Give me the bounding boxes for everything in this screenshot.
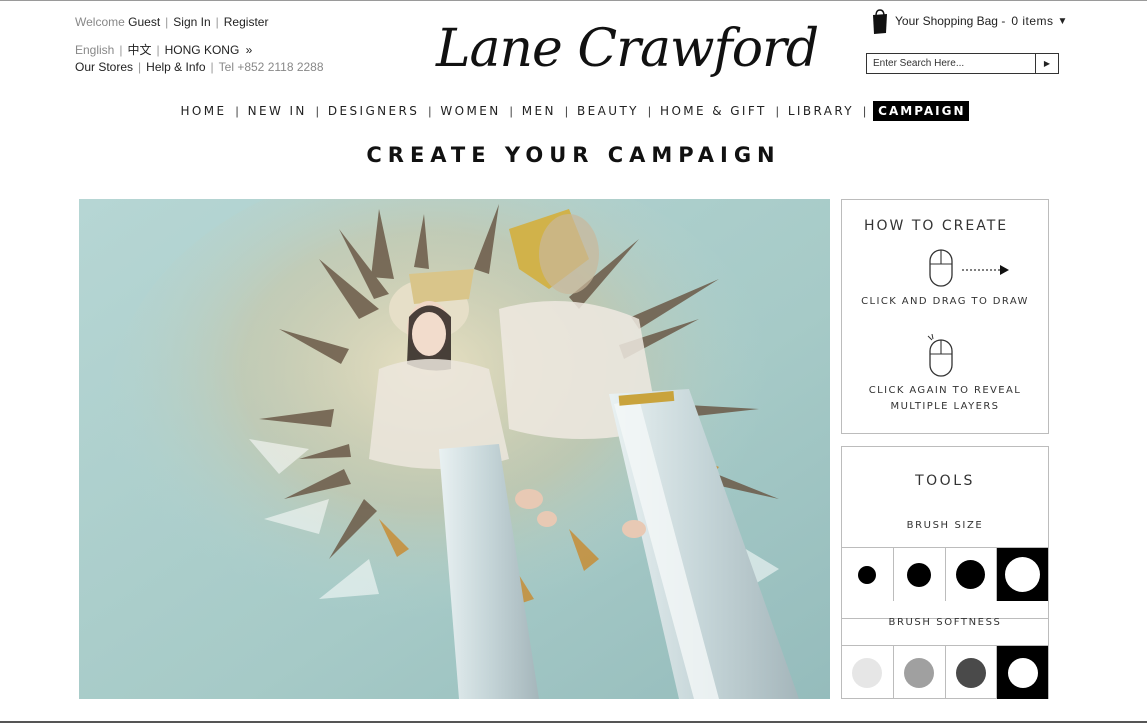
nav-item-home-gift[interactable]: HOME & GIFT <box>658 102 769 120</box>
page-top-border <box>0 0 1147 1</box>
region-arrow-icon: » <box>245 43 253 57</box>
nav-separator: | <box>315 104 319 118</box>
chinese-link[interactable]: 中文 <box>127 43 151 57</box>
account-links: Welcome Guest | Sign In | Register <box>75 15 268 29</box>
softness-dot-icon <box>955 657 986 688</box>
brush-dot-icon <box>1005 557 1041 592</box>
main-navigation: HOME | NEW IN | DESIGNERS | WOMEN | MEN … <box>0 101 1147 121</box>
brush-softness-dark[interactable] <box>944 646 997 699</box>
tools-title: TOOLS <box>915 473 975 489</box>
nav-separator: | <box>863 104 867 118</box>
register-link[interactable]: Register <box>224 15 269 29</box>
separator: | <box>215 15 219 29</box>
separator: | <box>165 15 169 29</box>
nav-item-women[interactable]: WOMEN <box>438 102 502 120</box>
our-stores-link[interactable]: Our Stores <box>75 60 133 74</box>
separator: | <box>210 60 214 74</box>
brush-softness-medium[interactable] <box>892 646 945 699</box>
campaign-artwork-image <box>79 199 830 699</box>
brush-size-small[interactable] <box>842 548 893 601</box>
brush-dot-icon <box>907 562 932 587</box>
nav-item-beauty[interactable]: BEAUTY <box>575 102 641 120</box>
campaign-drawing-canvas[interactable] <box>79 199 830 699</box>
brush-size-options <box>842 547 1048 601</box>
nav-item-new-in[interactable]: NEW IN <box>246 102 309 120</box>
step-click-drag: CLICK AND DRAG TO DRAW <box>861 296 1029 307</box>
nav-item-campaign[interactable]: CAMPAIGN <box>873 101 969 121</box>
guest-link[interactable]: Guest <box>128 15 160 29</box>
separator: | <box>138 60 142 74</box>
nav-item-men[interactable]: MEN <box>520 102 558 120</box>
region-link[interactable]: HONG KONG <box>165 43 240 57</box>
help-info-link[interactable]: Help & Info <box>146 60 205 74</box>
language-links: English | 中文 | HONG KONG » <box>75 43 252 57</box>
brush-dot-icon <box>858 565 877 584</box>
nav-item-designers[interactable]: DESIGNERS <box>326 102 421 120</box>
nav-separator: | <box>509 104 513 118</box>
brush-size-label: BRUSH SIZE <box>906 520 984 531</box>
step-click-again-line1: CLICK AGAIN TO REVEAL <box>868 385 1022 396</box>
brush-softness-options <box>842 645 1048 699</box>
search-box: ▶ <box>866 53 1059 74</box>
brush-softness-label: BRUSH SOFTNESS <box>842 617 1048 630</box>
step-click-again-line2: MULTIPLE LAYERS <box>890 401 1000 412</box>
brush-dot-icon <box>956 560 986 589</box>
brush-size-large[interactable] <box>944 548 997 601</box>
nav-separator: | <box>775 104 779 118</box>
play-arrow-icon: ▶ <box>1043 59 1051 68</box>
nav-item-library[interactable]: LIBRARY <box>786 102 856 120</box>
welcome-text: Welcome <box>75 15 125 29</box>
shopping-bag-icon <box>873 9 887 34</box>
mouse-drag-icon <box>929 249 1009 287</box>
nav-separator: | <box>235 104 239 118</box>
page-title: CREATE YOUR CAMPAIGN <box>366 143 781 167</box>
how-to-create-panel: HOW TO CREATE CLICK AND DRAG TO DRAW CLI… <box>841 199 1049 434</box>
lane-crawford-logo[interactable]: Lane Crawford <box>436 12 819 86</box>
nav-separator: | <box>647 104 652 118</box>
telephone-text: Tel +852 2118 2288 <box>218 60 324 74</box>
nav-separator: | <box>564 104 569 118</box>
chevron-down-icon: ▼ <box>1057 15 1068 27</box>
brush-softness-label-text: BRUSH SOFTNESS <box>888 617 1002 628</box>
sign-in-link[interactable]: Sign In <box>173 15 210 29</box>
bag-label: Your Shopping Bag - <box>895 14 1006 28</box>
separator: | <box>156 43 160 57</box>
brush-size-medium[interactable] <box>892 548 945 601</box>
softness-dot-icon <box>1007 657 1038 688</box>
separator: | <box>119 43 123 57</box>
search-input[interactable] <box>867 54 1035 73</box>
brush-softness-light[interactable] <box>842 646 893 699</box>
english-link[interactable]: English <box>75 43 114 57</box>
mouse-click-icon <box>927 334 953 377</box>
softness-dot-icon <box>852 657 883 688</box>
info-links: Our Stores | Help & Info | Tel +852 2118 228… <box>75 60 324 74</box>
brush-softness-solid[interactable] <box>996 646 1048 699</box>
tools-panel: TOOLS BRUSH SIZE BRUSH SOFTNESS <box>841 446 1049 699</box>
nav-separator: | <box>428 104 432 118</box>
shopping-bag-link[interactable]: Your Shopping Bag - 0 items ▼ <box>872 7 1067 35</box>
how-to-create-title: HOW TO CREATE <box>864 218 1009 234</box>
bag-count: 0 items <box>1011 14 1054 28</box>
brush-size-extra-large[interactable] <box>996 548 1048 601</box>
softness-dot-icon <box>904 657 935 688</box>
nav-item-home[interactable]: HOME <box>178 102 228 120</box>
search-submit-button[interactable]: ▶ <box>1035 54 1058 73</box>
